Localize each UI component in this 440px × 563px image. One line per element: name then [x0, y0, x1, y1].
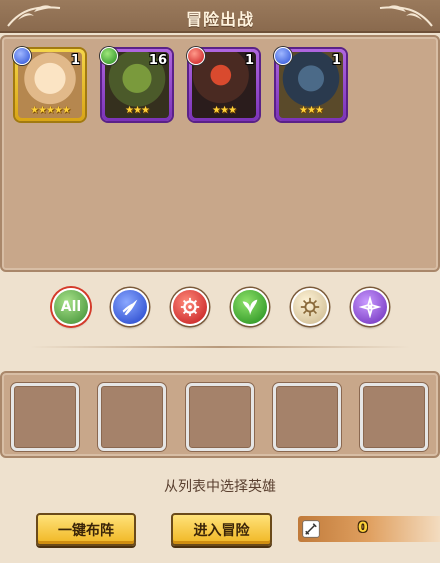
filter-fire-button[interactable] — [171, 288, 209, 326]
team-power-display: 0 — [298, 516, 440, 542]
header-bar: 冒险出战 — [0, 0, 440, 33]
filter-wood-button[interactable] — [231, 288, 269, 326]
hero-card[interactable]: 1 ★★★ — [187, 47, 259, 121]
hero-stars: ★★★ — [299, 105, 324, 116]
team-slot-panel — [0, 371, 440, 458]
element-filter-row: All — [0, 286, 440, 330]
team-slot[interactable] — [273, 383, 341, 451]
hero-level: 1 — [70, 53, 80, 68]
hero-level: 16 — [148, 53, 167, 68]
water-element-icon — [122, 299, 138, 316]
team-slot[interactable] — [98, 383, 166, 451]
team-slot[interactable] — [11, 383, 79, 451]
wood-icon — [100, 47, 118, 65]
hero-roster-panel: 1 ★★★★★ 16 ★★★ 1 ★★★ 1 ★★★ — [0, 35, 440, 272]
filter-all-button[interactable]: All — [52, 288, 90, 326]
filter-all-label: All — [60, 299, 82, 315]
hero-level: 1 — [244, 53, 254, 68]
hero-stars: ★★★★★ — [30, 105, 71, 116]
fire-icon — [187, 47, 205, 65]
hero-level: 1 — [331, 53, 341, 68]
fire-element-icon — [180, 297, 200, 317]
filter-water-button[interactable] — [111, 288, 149, 326]
team-slot[interactable] — [186, 383, 254, 451]
hero-card[interactable]: 16 ★★★ — [100, 47, 172, 121]
flourish-ornament-icon — [379, 5, 433, 27]
dark-element-icon — [359, 296, 381, 318]
divider — [30, 346, 410, 348]
water-icon — [274, 47, 292, 65]
power-value: 0 — [358, 520, 368, 536]
hero-stars: ★★★ — [212, 105, 237, 116]
hero-card[interactable]: 1 ★★★★★ — [13, 47, 85, 121]
wood-element-icon — [242, 299, 258, 316]
hero-stars: ★★★ — [125, 105, 150, 116]
team-slot[interactable] — [360, 383, 428, 451]
enter-adventure-button[interactable]: 进入冒险 — [171, 513, 272, 546]
hero-card[interactable]: 1 ★★★ — [274, 47, 346, 121]
filter-dark-button[interactable] — [351, 288, 389, 326]
page-title: 冒险出战 — [185, 10, 254, 29]
select-hero-hint: 从列表中选择英雄 — [164, 479, 276, 495]
auto-deploy-button[interactable]: 一键布阵 — [36, 513, 136, 546]
sword-power-icon — [302, 520, 320, 538]
water-icon — [13, 47, 31, 65]
light-element-icon — [300, 297, 320, 317]
filter-light-button[interactable] — [291, 288, 329, 326]
